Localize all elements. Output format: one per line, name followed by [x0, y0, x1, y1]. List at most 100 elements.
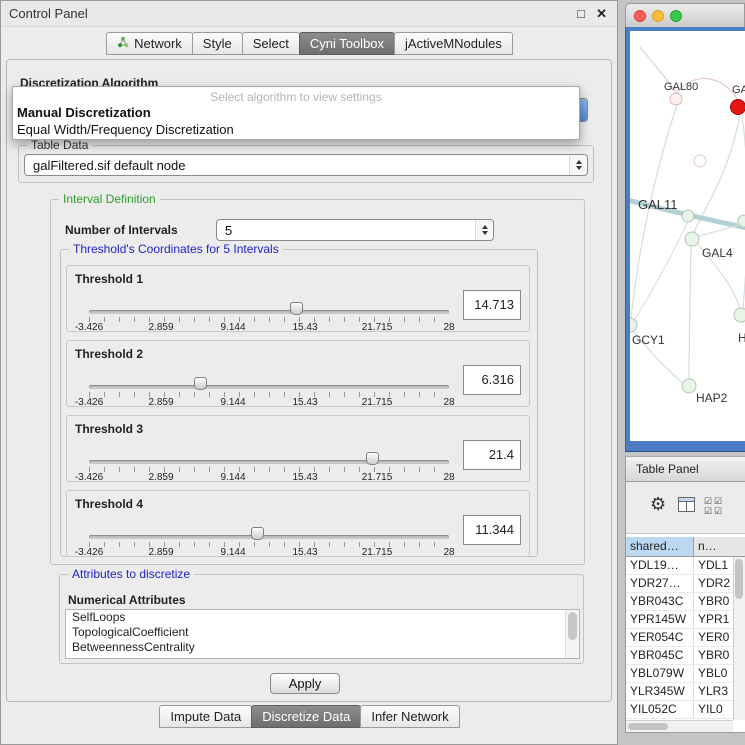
close-traffic-light-icon[interactable] — [634, 10, 646, 22]
table-cell[interactable]: YBL0 — [694, 665, 733, 682]
slider-thumb[interactable] — [290, 302, 303, 315]
table-cell[interactable]: YLR345W — [626, 683, 694, 700]
tab-select[interactable]: Select — [242, 32, 300, 55]
threshold-label: Threshold 2 — [75, 347, 143, 361]
tab-label: Cyni Toolbox — [310, 36, 384, 51]
dropdown-option-manual-discretization[interactable]: Manual Discretization — [13, 104, 579, 121]
dropdown-option-equal-width[interactable]: Equal Width/Frequency Discretization — [13, 121, 579, 138]
table-data-select[interactable]: galFiltered.sif default node — [24, 154, 588, 176]
table-data-group: Table Data galFiltered.sif default node — [18, 145, 594, 183]
scrollbar-thumb[interactable] — [628, 723, 668, 730]
slider-track[interactable] — [89, 385, 449, 389]
table-horizontal-scrollbar[interactable] — [626, 720, 733, 732]
minimize-traffic-light-icon[interactable] — [652, 10, 664, 22]
table-row[interactable]: YER054CYER0 — [626, 629, 733, 647]
table-cell[interactable]: YDL19… — [626, 557, 694, 574]
tab-label: jActiveMNodules — [405, 36, 502, 51]
scrollbar-thumb[interactable] — [735, 559, 743, 599]
table-row[interactable]: YLR345WYLR3 — [626, 683, 733, 701]
table-cell[interactable]: YBR045C — [626, 647, 694, 664]
tab-infer-network[interactable]: Infer Network — [360, 705, 459, 728]
table-cell[interactable]: YER0 — [694, 629, 733, 646]
float-window-icon[interactable]: □ — [577, 1, 585, 27]
network-window-titlebar[interactable] — [625, 3, 745, 27]
tab-impute-data[interactable]: Impute Data — [159, 705, 252, 728]
table-row[interactable]: YBR043CYBR0 — [626, 593, 733, 611]
threshold-slider[interactable]: -3.4262.8599.14415.4321.71528 — [89, 371, 449, 405]
table-cell[interactable]: YBR0 — [694, 647, 733, 664]
network-node-label[interactable]: GAL11 — [638, 197, 678, 212]
threshold-value-field[interactable]: 21.4 — [463, 440, 521, 470]
column-header-shared-name[interactable]: shared… — [626, 537, 694, 556]
table-cell[interactable]: YPR1 — [694, 611, 733, 628]
tab-cyni-toolbox[interactable]: Cyni Toolbox — [299, 32, 395, 55]
apply-button[interactable]: Apply — [270, 673, 340, 694]
tab-discretize-data[interactable]: Discretize Data — [251, 705, 361, 728]
network-node-label[interactable]: GAL4 — [702, 246, 733, 260]
numerical-attributes-list[interactable]: SelfLoopsTopologicalCoefficientBetweenne… — [65, 609, 580, 659]
table-row[interactable]: YDR27…YDR2 — [626, 575, 733, 593]
table-cell[interactable]: YDL1 — [694, 557, 733, 574]
threshold-slider[interactable]: -3.4262.8599.14415.4321.71528 — [89, 446, 449, 480]
network-node-label[interactable]: GCY1 — [632, 333, 665, 347]
slider-thumb[interactable] — [251, 527, 264, 540]
tab-jactivemnodules[interactable]: jActiveMNodules — [394, 32, 513, 55]
tab-style[interactable]: Style — [192, 32, 243, 55]
attribute-list-item[interactable]: SelfLoops — [66, 610, 579, 625]
columns-icon[interactable] — [678, 497, 695, 515]
slider-thumb[interactable] — [366, 452, 379, 465]
column-header-name[interactable]: n… — [694, 537, 745, 556]
threshold-slider[interactable]: -3.4262.8599.14415.4321.71528 — [89, 296, 449, 330]
table-cell[interactable]: YER054C — [626, 629, 694, 646]
slider-track[interactable] — [89, 535, 449, 539]
slider-track[interactable] — [89, 460, 449, 464]
list-scrollbar[interactable] — [565, 610, 579, 658]
control-panel-titlebar: Control Panel □ ✕ — [1, 1, 617, 27]
table-cell[interactable]: YDR27… — [626, 575, 694, 592]
combo-spinner-icon[interactable] — [475, 220, 493, 240]
slider-scale-label: 9.144 — [220, 547, 245, 558]
slider-scale-label: -3.426 — [75, 397, 103, 408]
table-cell[interactable]: YBR0 — [694, 593, 733, 610]
network-canvas[interactable]: GAL80 GA GAL11 GAL4 GCY1 HAP2 H — [630, 31, 745, 441]
scrollbar-thumb[interactable] — [568, 612, 577, 640]
threshold-slider[interactable]: -3.4262.8599.14415.4321.71528 — [89, 521, 449, 555]
combo-spinner-icon[interactable] — [569, 155, 587, 175]
slider-track[interactable] — [89, 310, 449, 314]
table-cell[interactable]: YLR3 — [694, 683, 733, 700]
table-row[interactable]: YBL079WYBL0 — [626, 665, 733, 683]
table-cell[interactable]: YBR043C — [626, 593, 694, 610]
threshold-value-field[interactable]: 14.713 — [463, 290, 521, 320]
network-node-label[interactable]: GAL80 — [664, 81, 698, 93]
slider-scale-label: 2.859 — [148, 397, 173, 408]
node-table-body[interactable]: YDL19…YDL1YDR27…YDR2YBR043CYBR0YPR145WYP… — [626, 557, 733, 720]
attribute-list-item[interactable]: BetweennessCentrality — [66, 640, 579, 655]
table-row[interactable]: YDL19…YDL1 — [626, 557, 733, 575]
network-node-label[interactable]: GA — [732, 84, 745, 96]
attribute-list-item[interactable]: TopologicalCoefficient — [66, 625, 579, 640]
dropdown-placeholder-option[interactable]: Select algorithm to view settings — [13, 87, 579, 104]
thresholds-group: Threshold's Coordinates for 5 Intervals … — [60, 249, 538, 557]
table-vertical-scrollbar[interactable] — [733, 557, 745, 720]
table-row[interactable]: YIL052CYIL0 — [626, 701, 733, 719]
table-panel-header[interactable]: Table Panel — [625, 456, 745, 482]
table-cell[interactable]: YPR145W — [626, 611, 694, 628]
zoom-traffic-light-icon[interactable] — [670, 10, 682, 22]
table-cell[interactable]: YIL052C — [626, 701, 694, 718]
table-row[interactable]: YBR045CYBR0 — [626, 647, 733, 665]
close-icon[interactable]: ✕ — [596, 1, 607, 27]
select-columns-icon[interactable]: ☑☑ ☑☑ — [704, 496, 724, 516]
table-cell[interactable]: YIL0 — [694, 701, 733, 718]
table-cell[interactable]: YDR2 — [694, 575, 733, 592]
network-node-label[interactable]: HAP2 — [696, 391, 727, 405]
number-of-intervals-select[interactable]: 5 — [216, 219, 494, 241]
table-cell[interactable]: YBL079W — [626, 665, 694, 682]
threshold-value-field[interactable]: 6.316 — [463, 365, 521, 395]
algorithm-dropdown-popup: Select algorithm to view settings Manual… — [12, 86, 580, 140]
tab-network[interactable]: Network — [106, 32, 193, 55]
table-row[interactable]: YPR145WYPR1 — [626, 611, 733, 629]
slider-thumb[interactable] — [194, 377, 207, 390]
network-node-label[interactable]: H — [738, 331, 745, 345]
gear-icon[interactable]: ⚙ — [650, 495, 666, 513]
threshold-value-field[interactable]: 11.344 — [463, 515, 521, 545]
